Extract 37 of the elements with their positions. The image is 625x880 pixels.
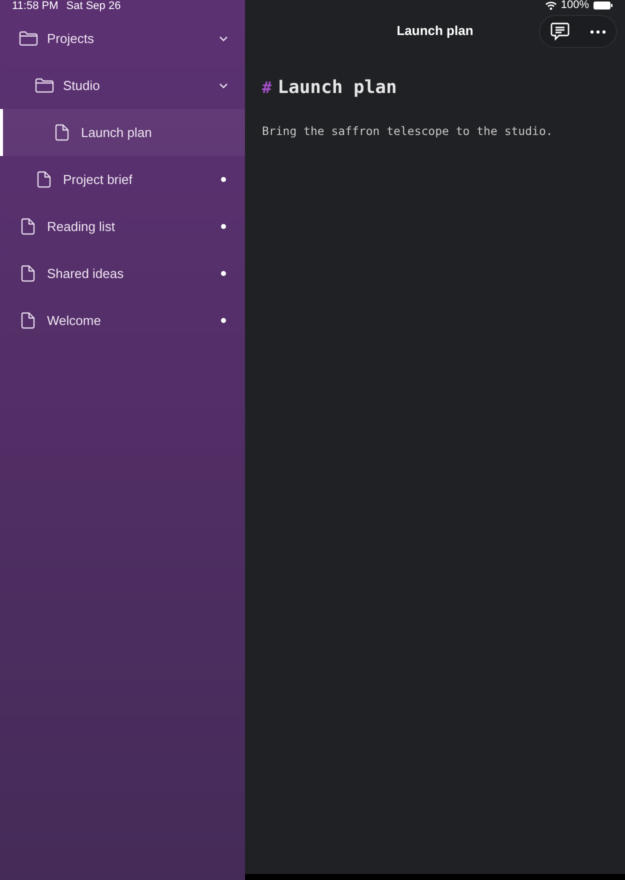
chevron-down-icon (219, 36, 228, 42)
comment-icon (550, 22, 570, 41)
battery-percent: 100% (560, 0, 589, 10)
note-body-text: Bring the saffron telescope to the studio. (262, 123, 554, 140)
document-icon (21, 218, 35, 235)
heading-mark: # (262, 76, 272, 98)
item-label: Project brief (63, 170, 134, 189)
folder-row[interactable]: Projects (0, 15, 245, 62)
status-date: Sat Sep 26 (66, 1, 121, 12)
chevron-down-icon (219, 82, 228, 88)
item-label: Shared ideas (47, 264, 125, 283)
folder-row[interactable]: Studio (0, 62, 245, 109)
wifi-icon (544, 0, 557, 10)
note-row[interactable]: Project brief (0, 156, 245, 203)
item-label: Studio (63, 76, 101, 95)
item-label: Welcome (47, 312, 102, 330)
status-time: 11:58 PM (12, 1, 58, 12)
note-row[interactable]: Welcome (0, 297, 245, 344)
more-button[interactable] (590, 30, 606, 34)
more-icon (590, 30, 606, 34)
selection-indicator (0, 109, 3, 156)
battery-icon (593, 0, 613, 10)
document-icon (21, 265, 35, 282)
document-icon (55, 124, 69, 141)
note-row[interactable]: Reading list (0, 203, 245, 250)
comment-button[interactable] (550, 22, 570, 41)
item-label: Reading list (47, 218, 116, 236)
document-icon (37, 171, 51, 188)
folder-icon (18, 31, 38, 46)
note-row[interactable]: Shared ideas (0, 250, 245, 297)
note-row[interactable]: Launch plan (0, 109, 245, 156)
folder-icon (34, 78, 54, 93)
document-icon (21, 312, 35, 329)
heading-text: Launch plan (278, 76, 397, 100)
item-label: Projects (47, 30, 95, 48)
note-title: Launch plan (396, 22, 474, 40)
item-label: Launch plan (81, 124, 153, 142)
